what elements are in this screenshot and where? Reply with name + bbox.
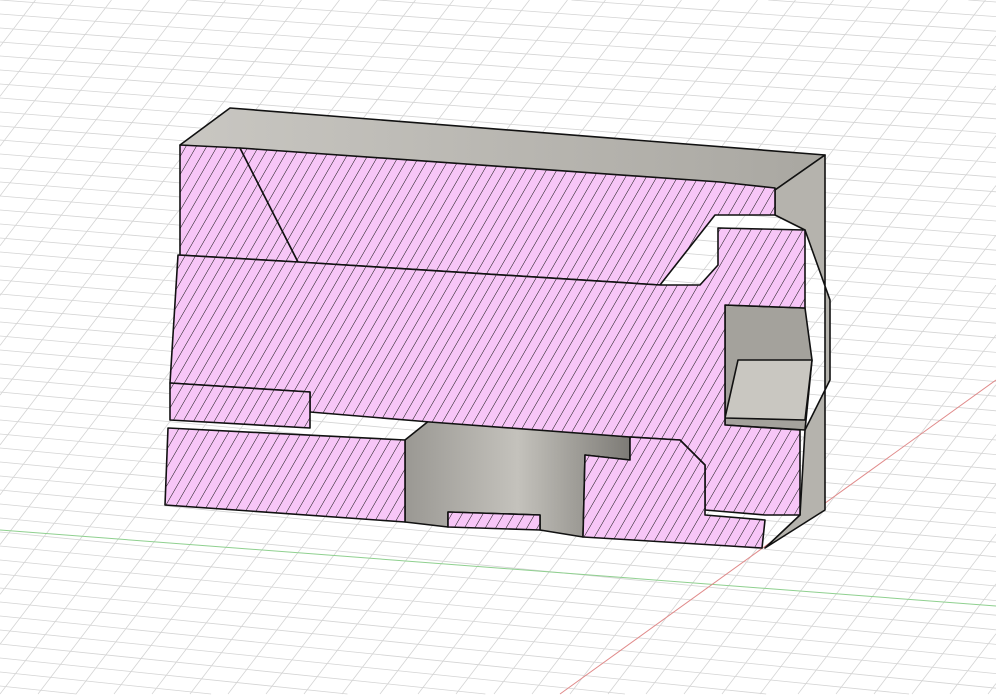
grid-line xyxy=(987,683,996,695)
grid-line xyxy=(0,559,996,660)
grid-line xyxy=(0,629,625,695)
grid-line xyxy=(0,27,996,105)
3d-scene[interactable] xyxy=(0,0,996,695)
grid-line xyxy=(0,0,112,147)
section-body[interactable] xyxy=(164,107,831,549)
grid-line xyxy=(0,0,996,76)
grid-line xyxy=(949,633,996,695)
grid-line xyxy=(0,0,188,246)
grid-line xyxy=(797,434,996,695)
section-bottom-middle xyxy=(447,511,541,531)
grid-line xyxy=(0,55,996,134)
grid-line xyxy=(968,0,996,3)
grid-line xyxy=(873,533,996,695)
grid-line xyxy=(0,685,77,695)
y-axis-line xyxy=(0,529,996,607)
grid-line xyxy=(377,0,996,47)
section-bottom-left xyxy=(164,427,406,523)
grid-line xyxy=(0,13,996,90)
pocket-floor xyxy=(724,359,813,421)
grid-line xyxy=(835,484,996,695)
grid-line xyxy=(0,0,36,47)
grid-line xyxy=(0,517,996,616)
grid-line xyxy=(0,41,996,120)
grid-line xyxy=(0,671,212,695)
grid-line xyxy=(0,601,910,695)
cad-viewport[interactable] xyxy=(0,0,996,695)
grid-line xyxy=(768,0,996,17)
